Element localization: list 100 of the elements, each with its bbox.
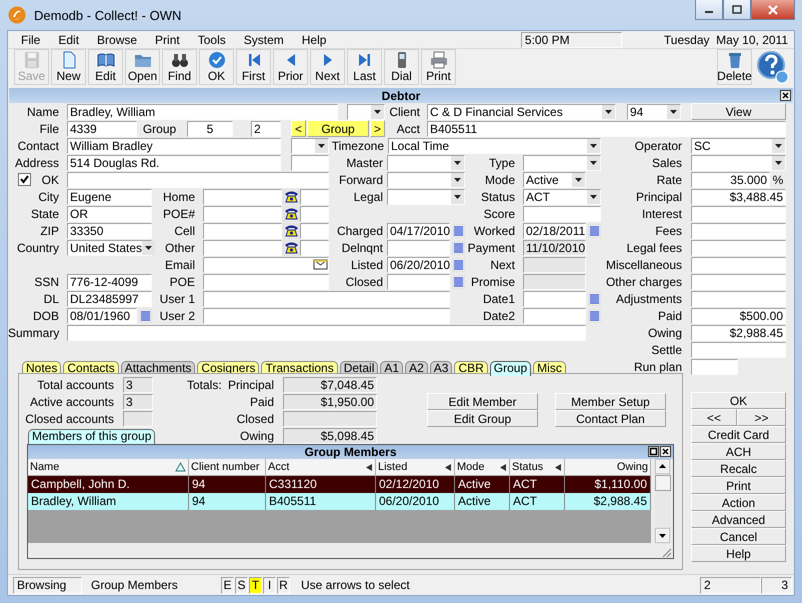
text-field[interactable]: [203, 274, 329, 290]
text-field[interactable]: [691, 256, 786, 272]
column-header[interactable]: Acct: [266, 459, 376, 476]
side-button[interactable]: Advanced: [691, 511, 786, 528]
form-button[interactable]: View: [691, 103, 786, 120]
toolbar-button[interactable]: Next: [310, 49, 345, 85]
menu-item[interactable]: Print: [146, 32, 189, 46]
form-button[interactable]: <: [291, 120, 306, 137]
toolbar-button[interactable]: OK: [199, 49, 234, 85]
text-field[interactable]: [300, 206, 329, 222]
maximize-icon[interactable]: [648, 446, 659, 457]
text-field[interactable]: [691, 290, 786, 306]
text-field[interactable]: 776-12-4099: [67, 274, 152, 290]
side-button[interactable]: Credit Card: [691, 426, 786, 443]
side-button[interactable]: Recalc: [691, 460, 786, 477]
vertical-scrollbar[interactable]: [655, 459, 671, 543]
dropdown[interactable]: C & D Financial Services: [427, 104, 616, 120]
calendar-icon[interactable]: [452, 224, 465, 238]
side-button[interactable]: Help: [691, 545, 786, 562]
text-field[interactable]: OR: [67, 206, 152, 222]
close-button[interactable]: [751, 0, 795, 20]
toolbar-button[interactable]: Edit: [88, 49, 123, 85]
dropdown[interactable]: Active: [523, 172, 586, 188]
date-field[interactable]: 06/20/2010: [387, 256, 450, 272]
scroll-up-icon[interactable]: [655, 459, 670, 474]
menu-item[interactable]: Tools: [188, 32, 235, 46]
side-button[interactable]: OK: [691, 392, 786, 409]
column-header[interactable]: Owing: [565, 459, 651, 476]
toolbar-button[interactable]: Delete: [717, 49, 752, 85]
text-field[interactable]: [691, 342, 786, 358]
text-field[interactable]: [203, 222, 282, 238]
scrollbar-thumb[interactable]: [655, 475, 671, 491]
toolbar-button[interactable]: Dial: [384, 49, 419, 85]
toolbar-button[interactable]: Open: [125, 49, 160, 85]
form-button[interactable]: >: [370, 120, 385, 137]
toolbar-button[interactable]: New: [51, 49, 86, 85]
toolbar-button[interactable]: Prior: [273, 49, 308, 85]
menu-item[interactable]: File: [12, 32, 50, 46]
side-button[interactable]: ACH: [691, 443, 786, 460]
dial-button[interactable]: [282, 206, 300, 222]
date-field[interactable]: 04/17/2010: [387, 222, 450, 238]
calendar-icon[interactable]: [139, 308, 152, 322]
close-icon[interactable]: [780, 90, 791, 101]
text-field[interactable]: [523, 206, 601, 222]
text-field[interactable]: 5: [187, 120, 233, 136]
side-button[interactable]: Cancel: [691, 528, 786, 545]
date-field[interactable]: 02/18/2011: [523, 222, 586, 238]
email-field[interactable]: [203, 256, 329, 272]
calendar-icon[interactable]: [452, 274, 465, 288]
text-field[interactable]: [300, 222, 329, 238]
minimize-button[interactable]: [695, 0, 723, 20]
tab[interactable]: Members of this group: [28, 429, 156, 444]
text-field[interactable]: $500.00: [691, 308, 786, 324]
text-field[interactable]: [691, 222, 786, 238]
text-field[interactable]: [67, 172, 329, 188]
table-row[interactable]: Bradley, William 94 B405511 06/20/2010 Active ACT $2,988.45: [28, 493, 651, 510]
text-field[interactable]: Eugene: [67, 188, 152, 204]
dropdown[interactable]: [347, 104, 385, 120]
toolbar-button[interactable]: First: [236, 49, 271, 85]
text-field[interactable]: [691, 206, 786, 222]
text-field[interactable]: [203, 206, 282, 222]
scroll-down-icon[interactable]: [655, 528, 670, 543]
dropdown[interactable]: United States: [67, 240, 152, 256]
text-field[interactable]: [203, 240, 282, 256]
date-field[interactable]: 08/01/1960: [67, 308, 137, 324]
text-field[interactable]: [691, 240, 786, 256]
text-field[interactable]: Bradley, William: [67, 104, 338, 120]
side-button[interactable]: Action: [691, 494, 786, 511]
panel-button[interactable]: Member Setup: [555, 393, 666, 410]
text-field[interactable]: 4339: [67, 120, 137, 136]
text-field[interactable]: $3,488.45: [691, 188, 786, 204]
dropdown[interactable]: ACT: [523, 188, 601, 204]
side-button[interactable]: Print: [691, 477, 786, 494]
dial-button[interactable]: [282, 188, 300, 204]
date-field[interactable]: [523, 308, 586, 324]
date-field[interactable]: [387, 274, 450, 290]
panel-button[interactable]: Contact Plan: [555, 410, 666, 427]
text-field[interactable]: 33350: [67, 222, 152, 238]
text-field[interactable]: B405511: [427, 120, 786, 136]
panel-button[interactable]: Edit Group: [427, 410, 538, 427]
calendar-icon[interactable]: [588, 224, 601, 238]
text-field[interactable]: $2,988.45: [691, 324, 786, 340]
text-field[interactable]: 2: [251, 120, 281, 136]
text-field[interactable]: 35.000: [691, 172, 770, 188]
text-field[interactable]: [203, 308, 450, 324]
text-field[interactable]: [300, 240, 329, 256]
checkbox[interactable]: [18, 173, 31, 186]
table-row[interactable]: Campbell, John D. 94 C331120 02/12/2010 Active ACT $1,110.00: [28, 476, 651, 493]
text-field[interactable]: William Bradley: [67, 138, 281, 154]
tab[interactable]: Group: [490, 361, 532, 376]
side-button[interactable]: <<: [691, 409, 737, 426]
column-header[interactable]: Status: [510, 459, 565, 476]
dial-button[interactable]: [282, 240, 300, 256]
calendar-icon[interactable]: [588, 292, 601, 306]
menu-item[interactable]: Edit: [49, 32, 88, 46]
resize-grip-icon[interactable]: [660, 546, 672, 558]
calendar-icon[interactable]: [452, 240, 465, 254]
text-field[interactable]: DL23485997: [67, 290, 152, 306]
form-button[interactable]: Group: [307, 120, 369, 137]
dropdown[interactable]: Local Time: [388, 138, 601, 154]
